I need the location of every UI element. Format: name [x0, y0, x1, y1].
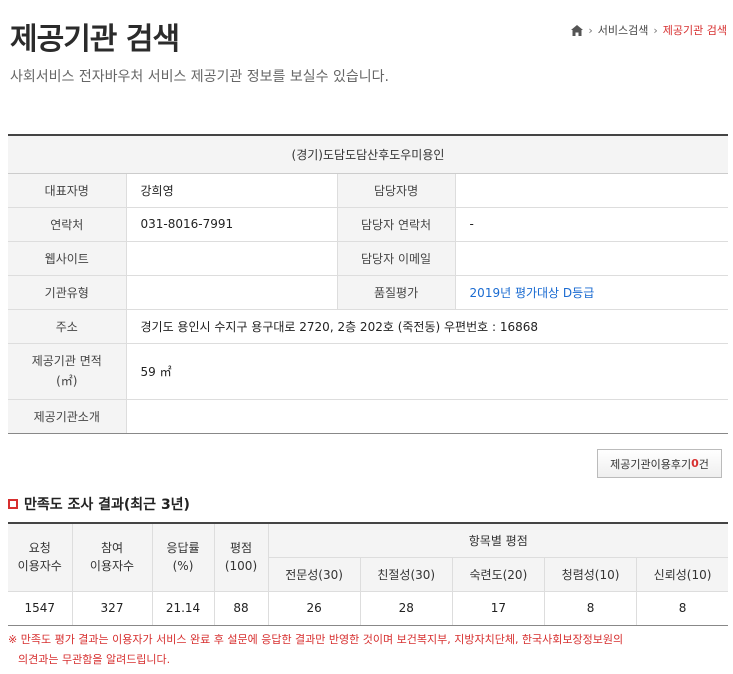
value-intro	[125, 399, 728, 434]
cell-users: 1547	[8, 590, 73, 626]
header-score: 평점 (100)	[213, 522, 269, 592]
header-response-line1: 응답률	[166, 541, 200, 556]
org-info-table: (경기)도담도담산후도우미용인 대표자명 강희영 담당자명 연락처 031-80…	[8, 134, 728, 434]
header-participants-line2: 이용자수	[89, 559, 135, 574]
value-address: 경기도 용인시 수지구 용구대로 2720, 2층 202호 (죽전동) 우편번…	[125, 309, 728, 344]
header-users-line1: 요청	[28, 541, 51, 556]
value-manager	[454, 173, 728, 208]
label-representative: 대표자명	[8, 173, 126, 208]
value-manager-email	[454, 241, 728, 276]
label-area-line2: (㎡)	[56, 374, 78, 388]
breadcrumb: › 서비스검색 › 제공기관 검색	[571, 22, 727, 38]
breadcrumb-item-service-search[interactable]: 서비스검색	[598, 22, 649, 38]
header-score-line2: (100)	[224, 559, 258, 574]
label-quality-rating: 품질평가	[336, 275, 456, 310]
reviews-button-label: 제공기관이용후기	[610, 457, 692, 471]
value-contact: 031-8016-7991	[125, 207, 338, 242]
label-website: 웹사이트	[8, 241, 126, 276]
cell-participants: 327	[71, 590, 153, 626]
value-website[interactable]	[125, 241, 338, 276]
notice-line2: 의견과는 무관함을 알려드립니다.	[18, 653, 171, 666]
header-participants: 참여 이용자수	[71, 522, 153, 592]
label-address: 주소	[8, 309, 126, 344]
header-integrity: 청렴성(10)	[543, 556, 638, 592]
reviews-button[interactable]: 제공기관이용후기 0 건	[597, 449, 722, 478]
home-icon[interactable]	[571, 24, 584, 36]
header-score-line1: 평점	[229, 541, 253, 556]
label-intro: 제공기관소개	[8, 399, 126, 434]
cell-response: 21.14	[151, 590, 215, 626]
label-area: 제공기관 면적 (㎡)	[8, 343, 126, 400]
org-name: (경기)도담도담산후도우미용인	[8, 135, 728, 174]
breadcrumb-item-current: 제공기관 검색	[662, 24, 727, 37]
value-representative: 강희영	[125, 173, 338, 208]
header-users: 요청 이용자수	[8, 522, 73, 592]
header-response-line2: (%)	[172, 559, 194, 574]
cell-integrity: 8	[543, 590, 638, 626]
header-kindness: 친절성(30)	[359, 556, 453, 592]
reviews-unit: 건	[698, 457, 709, 471]
cell-kindness: 28	[359, 590, 453, 626]
header-response: 응답률 (%)	[151, 522, 215, 592]
label-org-type: 기관유형	[8, 275, 126, 310]
label-manager: 담당자명	[336, 173, 456, 208]
label-area-line1: 제공기관 면적	[31, 354, 102, 368]
cell-proficiency: 17	[451, 590, 545, 626]
page-subtitle: 사회서비스 전자바우처 서비스 제공기관 정보를 보실수 있습니다.	[10, 69, 389, 85]
survey-table: 요청 이용자수 참여 이용자수 응답률 (%) 평점 (100) 항목별 평점 …	[8, 522, 728, 626]
notice-line1: ※ 만족도 평가 결과는 이용자가 서비스 완료 후 설문에 응답한 결과만 반…	[8, 633, 624, 646]
cell-reliability: 8	[636, 590, 728, 626]
label-manager-email: 담당자 이메일	[336, 241, 456, 276]
header-proficiency: 숙련도(20)	[451, 556, 545, 592]
header-users-line2: 이용자수	[17, 559, 62, 574]
cell-score: 88	[213, 590, 269, 626]
section-title-survey: 만족도 조사 결과(최근 3년)	[8, 494, 190, 514]
label-contact: 연락처	[8, 207, 126, 242]
chevron-right-icon: ›	[653, 23, 658, 37]
square-bullet-icon	[8, 499, 18, 509]
value-manager-contact: -	[454, 207, 728, 242]
chevron-right-icon: ›	[588, 23, 593, 37]
page-title: 제공기관 검색	[10, 22, 180, 57]
header-participants-line1: 참여	[100, 541, 124, 556]
cell-expertise: 26	[267, 590, 361, 626]
header-item-scores: 항목별 평점	[267, 522, 728, 558]
header-reliability: 신뢰성(10)	[636, 556, 728, 592]
reviews-count: 0	[691, 457, 699, 470]
quality-rating-link[interactable]: 2019년 평가대상 D등급	[470, 286, 595, 300]
survey-title: 만족도 조사 결과(최근 3년)	[24, 497, 190, 513]
header-expertise: 전문성(30)	[268, 556, 361, 592]
value-org-type	[125, 275, 338, 310]
survey-notice: ※ 만족도 평가 결과는 이용자가 서비스 완료 후 설문에 응답한 결과만 반…	[8, 630, 728, 670]
label-manager-contact: 담당자 연락처	[336, 207, 456, 242]
value-area: 59 ㎡	[125, 343, 728, 400]
